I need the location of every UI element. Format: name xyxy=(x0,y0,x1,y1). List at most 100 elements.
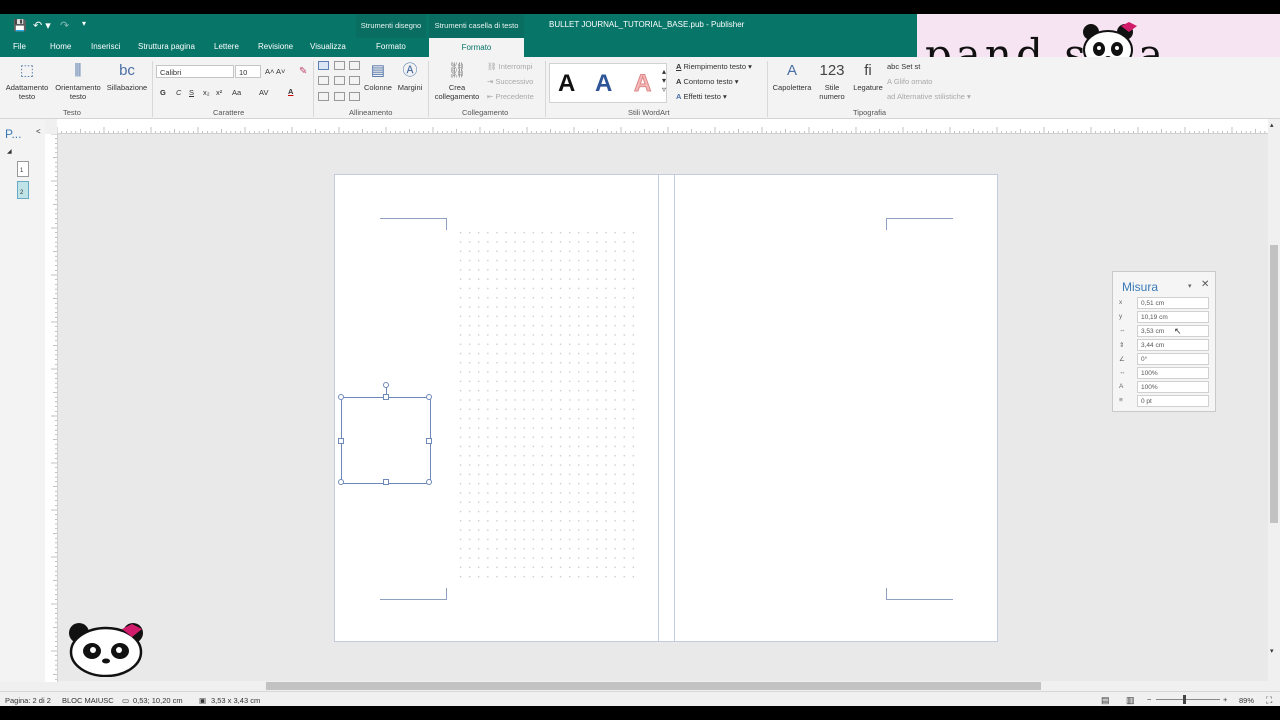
horizontal-ruler[interactable] xyxy=(57,119,1268,134)
align-middle-right-button[interactable] xyxy=(349,76,360,85)
wordart-gallery[interactable]: A A A xyxy=(549,63,667,103)
italic-button[interactable]: C xyxy=(176,88,181,97)
panel-menu-icon[interactable]: ▾ xyxy=(1188,282,1192,290)
superscript-button[interactable]: x² xyxy=(216,88,222,97)
resize-handle-e[interactable] xyxy=(426,438,432,444)
align-top-center-button[interactable] xyxy=(334,61,345,70)
text-outline-button[interactable]: A Contorno testo ▾ xyxy=(676,77,739,86)
tab-mailings[interactable]: Lettere xyxy=(214,42,239,51)
resize-handle-se[interactable] xyxy=(426,479,432,485)
scroll-up-icon[interactable]: ▴ xyxy=(1270,121,1274,129)
tab-review[interactable]: Revisione xyxy=(258,42,293,51)
zoom-slider[interactable] xyxy=(1156,695,1220,704)
stylistic-set-button[interactable]: abc Set st xyxy=(887,62,920,71)
rotation-field[interactable]: 0° xyxy=(1137,353,1209,365)
selected-textbox[interactable] xyxy=(338,382,432,485)
zoom-level[interactable]: 89% xyxy=(1239,696,1254,705)
character-spacing-button[interactable]: AV xyxy=(259,88,268,97)
close-icon[interactable]: ✕ xyxy=(1201,279,1209,290)
align-top-right-button[interactable] xyxy=(349,61,360,70)
align-bottom-left-button[interactable] xyxy=(318,92,329,101)
height-field[interactable]: 3,44 cm xyxy=(1137,339,1209,351)
tab-format-drawing[interactable]: Formato xyxy=(376,42,406,51)
text-effects-button[interactable]: A Effetti testo ▾ xyxy=(676,92,727,101)
right-page[interactable] xyxy=(674,174,998,642)
text-direction-button[interactable]: ⫼ Orientamento testo xyxy=(53,62,103,101)
zoom-slider-thumb[interactable] xyxy=(1183,695,1186,704)
x-position-field[interactable]: 0,51 cm xyxy=(1137,297,1209,309)
wordart-style-blue[interactable]: A xyxy=(595,70,612,98)
text-scaling-field[interactable]: 100% xyxy=(1137,381,1209,393)
resize-handle-s[interactable] xyxy=(383,479,389,485)
wordart-gallery-scroll[interactable]: ▴ ▾ ▿ xyxy=(662,67,666,94)
tab-insert[interactable]: Inserisci xyxy=(91,42,120,51)
bold-button[interactable]: G xyxy=(160,88,166,97)
horizontal-scrollbar[interactable] xyxy=(58,681,1268,691)
previous-link-button[interactable]: ⇤ Precedente xyxy=(487,92,534,101)
grow-font-icon[interactable]: A˄ A˅ xyxy=(265,67,285,76)
redo-icon[interactable]: ↷ xyxy=(60,19,69,32)
horizontal-scroll-thumb[interactable] xyxy=(266,682,1041,690)
y-position-field[interactable]: 10,19 cm xyxy=(1137,311,1209,323)
next-link-button[interactable]: ⇥ Successivo xyxy=(487,77,533,86)
text-fill-button[interactable]: A Riempimento testo ▾ xyxy=(676,62,752,71)
change-case-button[interactable]: Aa xyxy=(232,88,241,97)
undo-icon[interactable]: ↶ ▾ xyxy=(33,19,51,32)
margins-button[interactable]: Ⓐ Margini xyxy=(395,62,425,92)
resize-handle-w[interactable] xyxy=(338,438,344,444)
canvas-workspace[interactable] xyxy=(58,134,1268,681)
page-thumbnail-1[interactable]: 1 xyxy=(17,161,29,177)
drop-cap-button[interactable]: A Capolettera xyxy=(771,62,813,92)
hyphenation-button[interactable]: bc Sillabazione xyxy=(106,62,148,92)
align-middle-center-button[interactable] xyxy=(334,76,345,85)
text-fit-button[interactable]: ⬚ Adattamento testo xyxy=(3,62,51,101)
stylistic-alternates-button[interactable]: ad Alternative stilistiche ▾ xyxy=(887,92,971,101)
tab-page-design[interactable]: Struttura pagina xyxy=(138,42,195,51)
vertical-ruler[interactable] xyxy=(45,134,58,682)
customize-qa-icon[interactable]: ▾ xyxy=(82,19,86,28)
resize-handle-ne[interactable] xyxy=(426,394,432,400)
rotation-handle[interactable] xyxy=(383,382,389,388)
break-link-button[interactable]: ⛓ Interrompi xyxy=(487,62,532,71)
resize-handle-sw[interactable] xyxy=(338,479,344,485)
collapse-pages-icon[interactable]: ◢ xyxy=(7,148,12,155)
tracking-field[interactable]: 100% xyxy=(1137,367,1209,379)
align-bottom-right-button[interactable] xyxy=(349,92,360,101)
font-color-button[interactable]: A xyxy=(288,87,293,96)
align-top-left-button[interactable] xyxy=(318,61,329,70)
underline-button[interactable]: S xyxy=(189,88,194,97)
columns-button[interactable]: ▤ Colonne xyxy=(361,62,395,92)
vertical-scroll-thumb[interactable] xyxy=(1270,245,1278,523)
zoom-out-icon[interactable]: − xyxy=(1147,695,1151,704)
vertical-scrollbar[interactable]: ▴ ▾ xyxy=(1268,119,1280,682)
create-link-button[interactable]: ⛓ Crea collegamento xyxy=(430,62,484,101)
font-size-field[interactable]: 10 xyxy=(235,65,261,78)
two-page-view-icon[interactable]: ▥ xyxy=(1126,695,1135,706)
wordart-style-pink[interactable]: A xyxy=(633,70,651,98)
clear-format-icon[interactable]: ✎ xyxy=(299,66,307,77)
ligatures-button[interactable]: fi Legature xyxy=(851,62,885,92)
scroll-down-icon[interactable]: ▾ xyxy=(1270,647,1274,655)
font-name-field[interactable]: Calibri xyxy=(156,65,234,78)
single-page-view-icon[interactable]: ▤ xyxy=(1101,695,1110,706)
zoom-in-icon[interactable]: + xyxy=(1223,695,1227,704)
tab-file[interactable]: File xyxy=(13,42,26,51)
swash-button[interactable]: A Glifo ornato xyxy=(887,77,932,86)
number-style-button[interactable]: 123 Stile numero xyxy=(815,62,849,101)
tab-format-textbox[interactable]: Formato xyxy=(429,38,524,57)
save-icon[interactable]: 💾 xyxy=(13,19,27,32)
tab-home[interactable]: Home xyxy=(50,42,71,51)
page-indicator[interactable]: Pagina: 2 di 2 xyxy=(5,696,51,705)
page-thumbnail-2[interactable]: 2 xyxy=(17,181,29,199)
subscript-button[interactable]: x₂ xyxy=(203,88,210,97)
wordart-style-black[interactable]: A xyxy=(558,70,575,98)
fit-page-icon[interactable]: ⛶ xyxy=(1266,695,1272,706)
resize-handle-nw[interactable] xyxy=(338,394,344,400)
width-field[interactable]: 3,53 cm xyxy=(1137,325,1209,337)
resize-handle-n[interactable] xyxy=(383,394,389,400)
line-spacing-field[interactable]: 0 pt xyxy=(1137,395,1209,407)
align-bottom-center-button[interactable] xyxy=(334,92,345,101)
align-middle-left-button[interactable] xyxy=(318,76,329,85)
tab-view[interactable]: Visualizza xyxy=(310,42,346,51)
left-page[interactable] xyxy=(334,174,659,642)
